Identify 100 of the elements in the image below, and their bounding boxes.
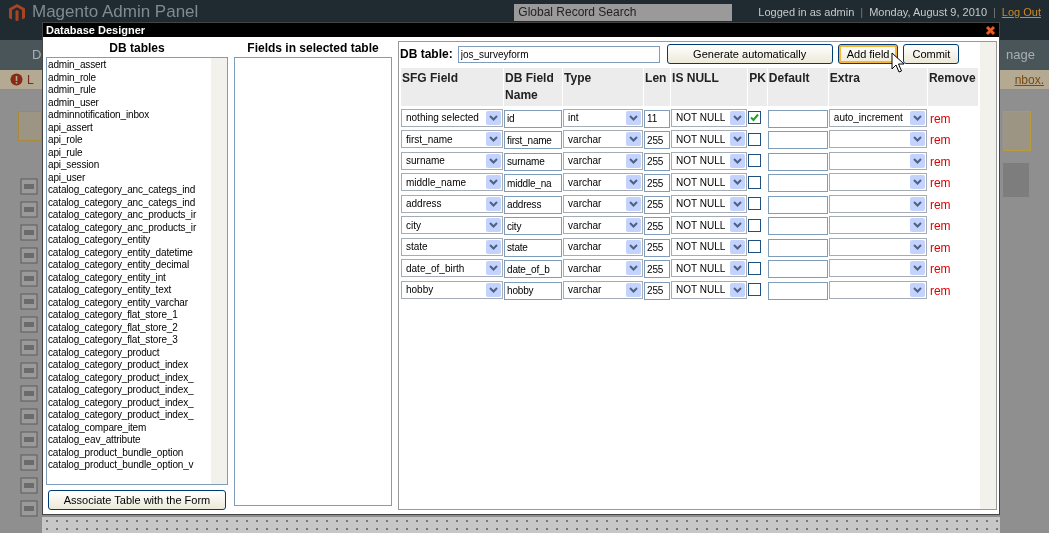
field-name-input[interactable]: city	[504, 217, 563, 235]
remove-link[interactable]: rem	[927, 133, 951, 148]
type-dropdown[interactable]: varchar	[563, 237, 644, 256]
field-name-input[interactable]: first_name	[504, 131, 563, 149]
length-input[interactable]: 11	[644, 109, 671, 128]
form-element-icon[interactable]	[20, 477, 38, 495]
extra-dropdown[interactable]	[828, 173, 927, 192]
length-input[interactable]: 255	[644, 174, 671, 192]
primary-key-checkbox[interactable]	[748, 283, 762, 297]
table-list-item[interactable]: catalog_category_product_index_	[47, 384, 211, 397]
default-input[interactable]	[767, 174, 828, 192]
default-input[interactable]	[767, 260, 828, 278]
table-name-input[interactable]: jos_surveyform	[457, 45, 660, 63]
form-element-icon[interactable]	[20, 385, 38, 403]
form-element-icon[interactable]	[20, 454, 38, 472]
remove-link[interactable]: rem	[927, 283, 951, 298]
form-element-icon[interactable]	[20, 178, 38, 196]
table-list-item[interactable]: catalog_category_flat_store_3	[47, 334, 211, 347]
remove-link[interactable]: rem	[927, 176, 951, 191]
table-list-item[interactable]: catalog_compare_item	[47, 421, 211, 434]
extra-dropdown[interactable]	[828, 280, 927, 299]
search-field[interactable]: Global Record Search	[514, 4, 733, 21]
form-element-icon[interactable]	[20, 293, 38, 311]
field-dropdown[interactable]: middle_name	[401, 173, 504, 192]
toolbar-button[interactable]: Generate automatically	[666, 44, 833, 64]
fields-listbox[interactable]	[234, 57, 392, 506]
field-dropdown[interactable]: city	[401, 216, 504, 235]
field-dropdown[interactable]: hobby	[401, 280, 504, 299]
field-dropdown[interactable]: first_name	[401, 130, 504, 149]
field-name-input[interactable]: middle_na	[504, 174, 563, 192]
table-list-item[interactable]: api_rule	[47, 146, 211, 159]
table-list-item[interactable]: catalog_category_product_index	[47, 359, 211, 372]
null-dropdown[interactable]: NOT NULL	[671, 194, 748, 213]
scrollbar[interactable]	[980, 42, 996, 509]
type-dropdown[interactable]: varchar	[563, 216, 644, 235]
length-input[interactable]: 255	[644, 260, 671, 278]
table-list-item[interactable]: catalog_category_product_index_	[47, 409, 211, 422]
table-list-item[interactable]: catalog_category_product	[47, 346, 211, 359]
type-dropdown[interactable]: varchar	[563, 194, 644, 213]
table-list-item[interactable]: catalog_product_bundle_option	[47, 446, 211, 459]
default-input[interactable]	[767, 195, 828, 214]
field-dropdown[interactable]: nothing selected	[401, 108, 504, 127]
table-list-item[interactable]: catalog_category_product_index_	[47, 396, 211, 409]
form-element-icon[interactable]	[20, 270, 38, 288]
primary-key-checkbox[interactable]	[748, 132, 762, 146]
remove-link[interactable]: rem	[927, 154, 951, 169]
type-dropdown[interactable]: varchar	[563, 173, 644, 192]
default-input[interactable]	[767, 238, 828, 257]
null-dropdown[interactable]: NOT NULL	[671, 108, 748, 127]
logout-link[interactable]: Log Out	[1001, 6, 1041, 18]
length-input[interactable]: 255	[644, 195, 671, 214]
primary-key-checkbox[interactable]	[748, 197, 762, 211]
extra-dropdown[interactable]	[828, 130, 927, 149]
remove-link[interactable]: rem	[927, 240, 951, 255]
table-list-item[interactable]: api_assert	[47, 121, 211, 134]
form-element-icon[interactable]	[20, 339, 38, 357]
toolbar-button[interactable]: Add field	[837, 44, 899, 64]
null-dropdown[interactable]: NOT NULL	[671, 216, 748, 235]
form-element-icon[interactable]	[20, 224, 38, 242]
primary-key-checkbox[interactable]	[748, 261, 762, 275]
form-element-icon[interactable]	[20, 316, 38, 334]
primary-key-checkbox[interactable]	[748, 218, 762, 232]
form-element-icon[interactable]	[20, 362, 38, 380]
remove-link[interactable]: rem	[927, 111, 951, 126]
type-dropdown[interactable]: varchar	[563, 259, 644, 278]
primary-key-checkbox[interactable]	[748, 240, 762, 254]
field-dropdown[interactable]: state	[401, 237, 504, 256]
extra-dropdown[interactable]	[828, 237, 927, 256]
length-input[interactable]: 255	[644, 281, 671, 300]
table-list-item[interactable]: catalog_category_entity_text	[47, 284, 211, 297]
field-dropdown[interactable]: date_of_birth	[401, 259, 504, 278]
extra-dropdown[interactable]	[828, 194, 927, 213]
default-input[interactable]	[767, 217, 828, 235]
table-list-item[interactable]: admin_user	[47, 96, 211, 109]
length-input[interactable]: 255	[644, 238, 671, 257]
form-element-icon[interactable]	[20, 431, 38, 449]
extra-dropdown[interactable]: auto_increment	[828, 108, 927, 127]
table-list-item[interactable]: catalog_eav_attribute	[47, 434, 211, 447]
extra-dropdown[interactable]	[828, 216, 927, 235]
tables-listbox[interactable]	[46, 57, 228, 485]
primary-key-checkbox[interactable]	[748, 175, 762, 189]
table-list-item[interactable]: catalog_category_entity_decimal	[47, 259, 211, 272]
table-list-item[interactable]: catalog_category_entity_varchar	[47, 296, 211, 309]
table-list-item[interactable]: catalog_category_anc_products_ir	[47, 209, 211, 222]
remove-link[interactable]: rem	[927, 219, 951, 234]
table-list-item[interactable]: admin_rule	[47, 84, 211, 97]
table-list-item[interactable]: catalog_category_entity	[47, 234, 211, 247]
table-list-item[interactable]: catalog_product_bundle_option_v	[47, 459, 211, 472]
extra-dropdown[interactable]	[828, 151, 927, 170]
field-name-input[interactable]: date_of_b	[504, 260, 563, 278]
type-dropdown[interactable]: varchar	[563, 130, 644, 149]
primary-key-checkbox[interactable]	[748, 111, 762, 125]
form-element-icon[interactable]	[20, 247, 38, 265]
length-input[interactable]: 255	[644, 217, 671, 235]
length-input[interactable]: 255	[644, 131, 671, 149]
table-list-item[interactable]: api_session	[47, 159, 211, 172]
table-list-item[interactable]: api_role	[47, 134, 211, 147]
table-list-item[interactable]: admin_assert	[47, 59, 211, 72]
null-dropdown[interactable]: NOT NULL	[671, 130, 748, 149]
table-list-item[interactable]: admin_role	[47, 71, 211, 84]
